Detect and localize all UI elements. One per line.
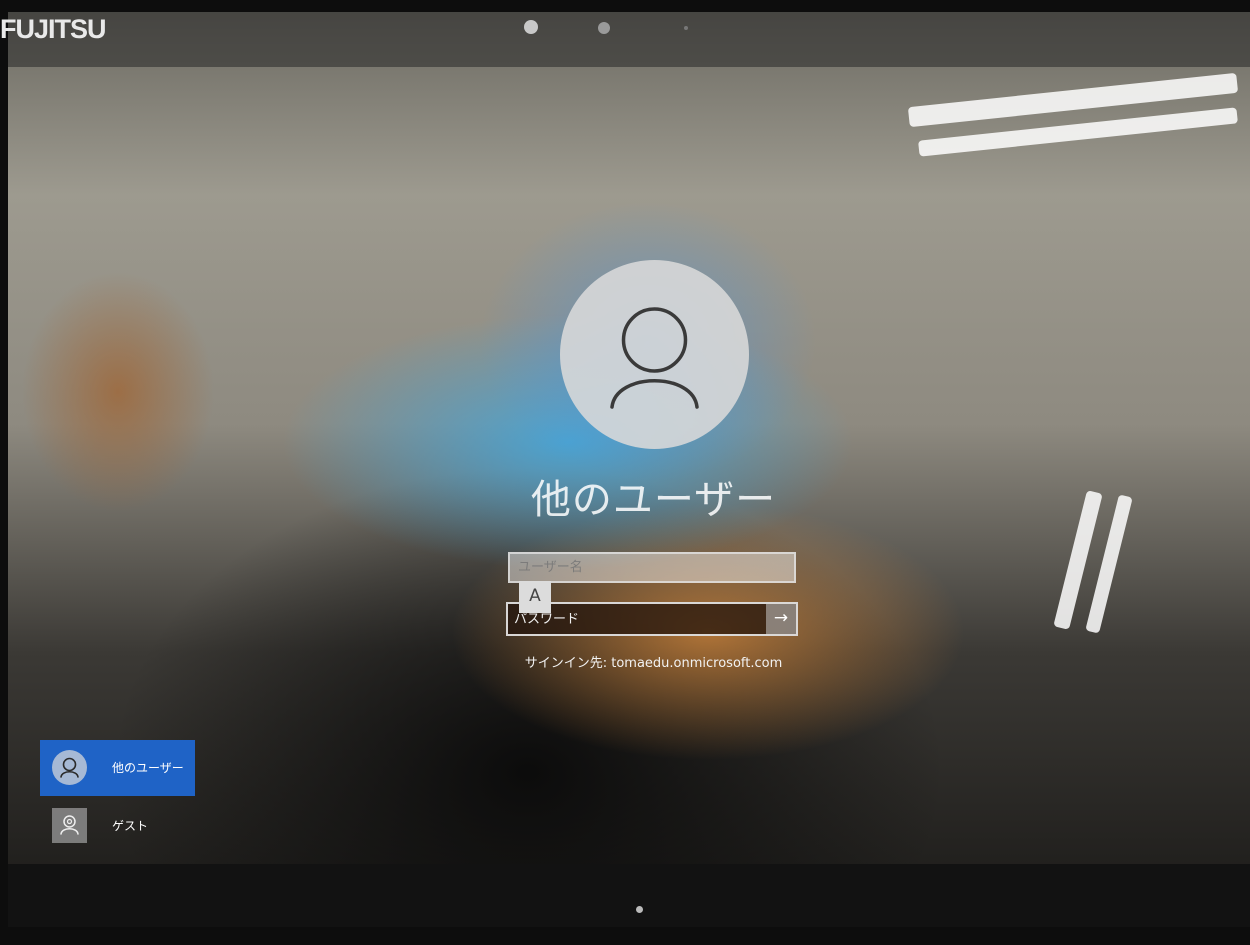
username-field[interactable]	[508, 552, 796, 583]
user-icon	[52, 750, 87, 785]
device-bezel-bottom	[8, 864, 1250, 927]
arrow-right-icon: →	[773, 608, 789, 628]
user-name-heading: 他のユーザー	[530, 477, 777, 523]
submit-arrow-button[interactable]: →	[766, 604, 796, 634]
light-sensor-icon	[684, 26, 688, 30]
device-brand-logo: FUJITSU	[0, 14, 107, 44]
user-avatar	[560, 260, 749, 449]
camera-icon	[524, 20, 538, 34]
sensor-icon	[598, 22, 610, 34]
device-bezel-top	[8, 12, 1250, 67]
tablet-screen: 他のユーザー → A サインイン先: tomaedu.onmicrosoft.c…	[8, 12, 1250, 927]
account-label: ゲスト	[112, 819, 149, 833]
home-indicator-dot	[636, 906, 643, 913]
account-label: 他のユーザー	[112, 761, 184, 775]
ime-mode-indicator: A	[519, 581, 551, 613]
sign-in-domain-text: サインイン先: tomaedu.onmicrosoft.com	[524, 656, 783, 671]
guest-user-icon	[52, 808, 87, 843]
account-item-guest[interactable]: ゲスト	[40, 798, 195, 854]
account-item-other-user[interactable]: 他のユーザー	[40, 740, 195, 796]
user-icon	[610, 307, 699, 409]
